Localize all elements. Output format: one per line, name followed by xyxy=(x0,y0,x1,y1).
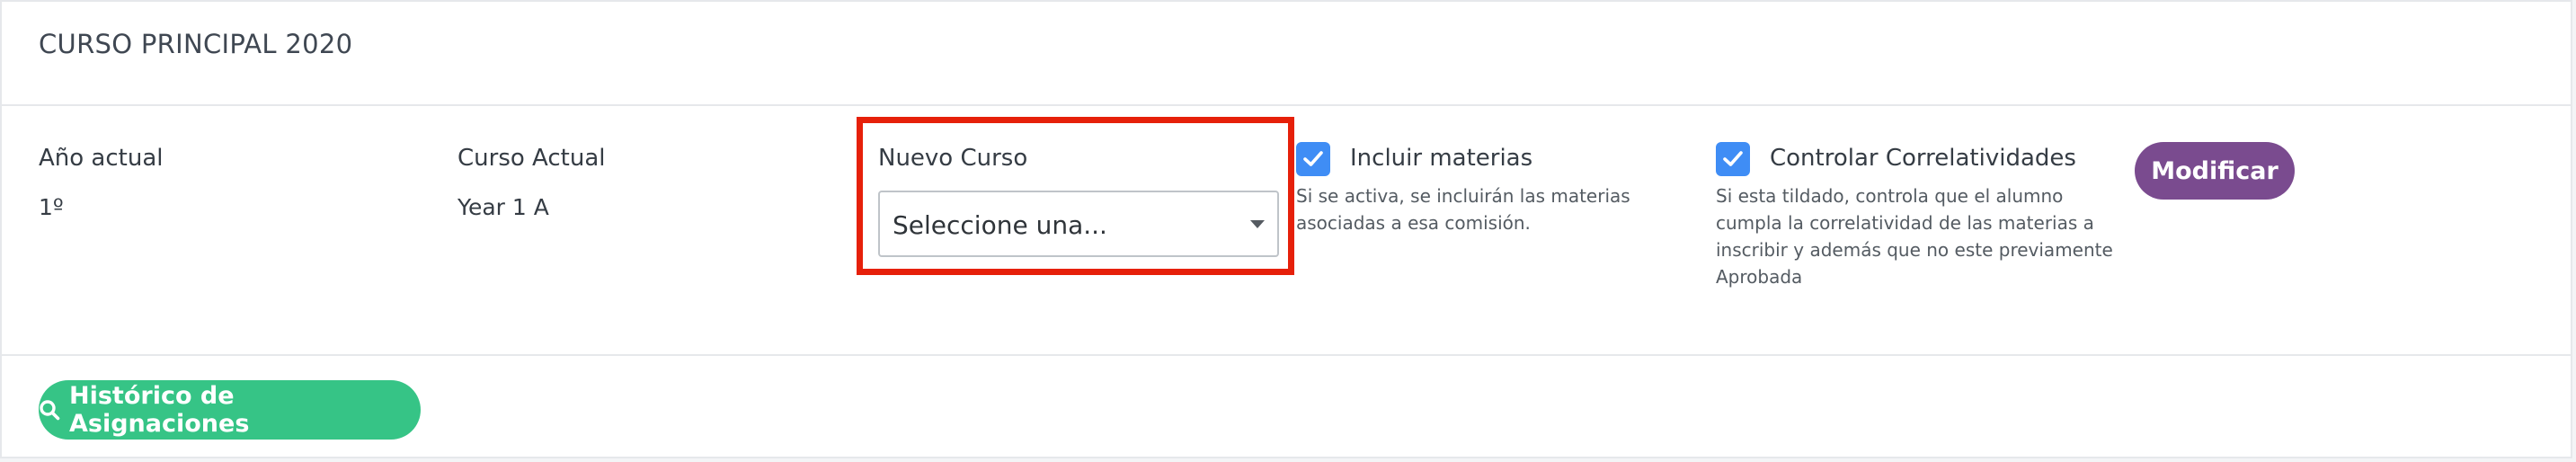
controlar-correlatividades-help: Si esta tildado, controla que el alumno … xyxy=(1716,182,2113,290)
curso-actual-label: Curso Actual xyxy=(457,145,606,172)
curso-actual-value: Year 1 A xyxy=(457,194,549,220)
help-line: asociadas a esa comisión. xyxy=(1296,212,1531,234)
nuevo-curso-select-value: Seleccione una... xyxy=(893,210,1107,240)
help-line: cumpla la correlatividad de las materias… xyxy=(1716,212,2094,234)
help-line: Si se activa, se incluirán las materias xyxy=(1296,185,1630,207)
historico-asignaciones-label: Histórico de Asignaciones xyxy=(69,382,250,438)
card-header: CURSO PRINCIPAL 2020 xyxy=(2,2,2571,106)
incluir-materias-help: Si se activa, se incluirán las materias … xyxy=(1296,182,1630,236)
course-card: CURSO PRINCIPAL 2020 Año actual 1º Curso… xyxy=(0,0,2572,458)
nuevo-curso-label: Nuevo Curso xyxy=(878,145,1028,172)
modificar-button[interactable]: Modificar xyxy=(2135,142,2295,200)
anio-actual-value: 1º xyxy=(39,194,64,220)
check-icon xyxy=(1723,151,1743,166)
incluir-materias-label: Incluir materias xyxy=(1350,145,1533,172)
historico-asignaciones-button[interactable]: Histórico de Asignaciones xyxy=(39,380,421,440)
controlar-correlatividades-label: Controlar Correlatividades xyxy=(1770,145,2076,172)
search-icon xyxy=(40,400,60,421)
help-line: inscribir y además que no este previamen… xyxy=(1716,239,2113,261)
check-icon xyxy=(1303,151,1323,166)
incluir-materias-checkbox[interactable] xyxy=(1296,142,1330,176)
help-line: Aprobada xyxy=(1716,266,1803,288)
help-line: Si esta tildado, controla que el alumno xyxy=(1716,185,2064,207)
nuevo-curso-select[interactable]: Seleccione una... xyxy=(878,191,1279,257)
controlar-correlatividades-checkbox[interactable] xyxy=(1716,142,1750,176)
anio-actual-label: Año actual xyxy=(39,145,164,172)
card-title: CURSO PRINCIPAL 2020 xyxy=(39,29,353,59)
caret-down-icon xyxy=(1250,220,1265,228)
